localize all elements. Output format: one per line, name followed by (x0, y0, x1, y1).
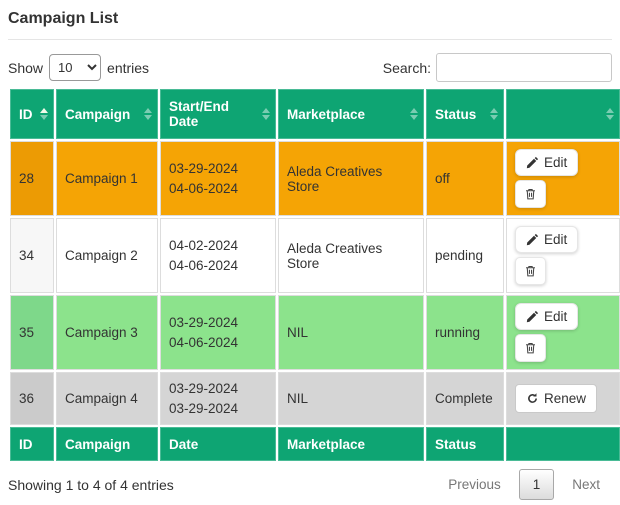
page-length-control: Show 10 entries (8, 54, 149, 81)
column-header-label: Status (435, 107, 476, 122)
end-date: 04-06-2024 (169, 179, 267, 199)
delete-button[interactable] (515, 334, 546, 362)
edit-button-label: Edit (544, 309, 567, 324)
end-date: 03-29-2024 (169, 399, 267, 419)
edit-button[interactable]: Edit (515, 226, 578, 253)
start-date: 04-02-2024 (169, 236, 267, 256)
pencil-icon (526, 233, 539, 246)
edit-button[interactable]: Edit (515, 303, 578, 330)
footer-header-row: ID Campaign Date Marketplace Status (10, 427, 620, 461)
status-cell: running (426, 295, 504, 370)
entries-select[interactable]: 10 (49, 54, 101, 81)
campaign-cell: Campaign 2 (56, 218, 158, 293)
table-row: 34 Campaign 2 04-02-2024 04-06-2024 Aled… (10, 218, 620, 293)
end-date: 04-06-2024 (169, 333, 267, 353)
date-cell: 03-29-2024 04-06-2024 (160, 295, 276, 370)
date-cell: 03-29-2024 04-06-2024 (160, 141, 276, 216)
edit-button-label: Edit (544, 232, 567, 247)
sort-icon (144, 108, 152, 120)
show-label: Show (8, 60, 43, 76)
renew-button-label: Renew (544, 391, 586, 406)
status-cell: off (426, 141, 504, 216)
column-header-marketplace[interactable]: Marketplace (278, 89, 424, 139)
sort-icon (490, 108, 498, 120)
search-control: Search: (383, 53, 612, 82)
end-date: 04-06-2024 (169, 256, 267, 276)
search-input[interactable] (436, 53, 612, 82)
refresh-icon (526, 392, 539, 405)
trash-icon (524, 187, 537, 201)
id-cell: 28 (10, 141, 54, 216)
sort-icon (262, 108, 270, 120)
status-cell: pending (426, 218, 504, 293)
table-footer: Showing 1 to 4 of 4 entries Previous 1 N… (8, 469, 612, 500)
pagination: Previous 1 Next (436, 469, 612, 500)
column-header-status[interactable]: Status (426, 89, 504, 139)
column-header-campaign[interactable]: Campaign (56, 89, 158, 139)
campaign-table: ID Campaign Start/End Date Marketplace S… (8, 87, 620, 463)
pagination-page-1-button[interactable]: 1 (519, 469, 555, 500)
campaign-cell: Campaign 3 (56, 295, 158, 370)
trash-icon (524, 264, 537, 278)
id-cell: 34 (10, 218, 54, 293)
column-header-actions[interactable] (506, 89, 620, 139)
actions-cell: Edit (506, 141, 620, 216)
sort-icon (410, 108, 418, 120)
edit-button-label: Edit (544, 155, 567, 170)
edit-button[interactable]: Edit (515, 149, 578, 176)
actions-cell: Edit (506, 295, 620, 370)
footer-column-status: Status (426, 427, 504, 461)
entries-label: entries (107, 60, 149, 76)
pencil-icon (526, 156, 539, 169)
status-cell: Complete (426, 372, 504, 425)
actions-cell: Edit (506, 218, 620, 293)
campaign-cell: Campaign 4 (56, 372, 158, 425)
marketplace-cell: NIL (278, 295, 424, 370)
column-header-id[interactable]: ID (10, 89, 54, 139)
marketplace-cell: NIL (278, 372, 424, 425)
id-cell: 36 (10, 372, 54, 425)
start-date: 03-29-2024 (169, 379, 267, 399)
footer-column-campaign: Campaign (56, 427, 158, 461)
column-header-label: Campaign (65, 107, 130, 122)
sort-icon (606, 108, 614, 120)
footer-column-actions (506, 427, 620, 461)
entries-info: Showing 1 to 4 of 4 entries (8, 477, 174, 493)
marketplace-cell: Aleda Creatives Store (278, 218, 424, 293)
footer-column-id: ID (10, 427, 54, 461)
trash-icon (524, 341, 537, 355)
delete-button[interactable] (515, 180, 546, 208)
column-header-label: Marketplace (287, 107, 365, 122)
sort-icon (40, 108, 48, 120)
column-header-date[interactable]: Start/End Date (160, 89, 276, 139)
date-cell: 03-29-2024 03-29-2024 (160, 372, 276, 425)
column-header-label: ID (19, 107, 33, 122)
id-cell: 35 (10, 295, 54, 370)
search-label: Search: (383, 60, 431, 76)
header-row: ID Campaign Start/End Date Marketplace S… (10, 89, 620, 139)
table-controls: Show 10 entries Search: (8, 53, 612, 82)
pagination-previous-button[interactable]: Previous (436, 471, 513, 498)
renew-button[interactable]: Renew (515, 384, 597, 413)
footer-column-marketplace: Marketplace (278, 427, 424, 461)
page-title: Campaign List (8, 10, 612, 28)
delete-button[interactable] (515, 257, 546, 285)
pagination-next-button[interactable]: Next (560, 471, 612, 498)
start-date: 03-29-2024 (169, 159, 267, 179)
pencil-icon (526, 310, 539, 323)
marketplace-cell: Aleda Creatives Store (278, 141, 424, 216)
table-row: 28 Campaign 1 03-29-2024 04-06-2024 Aled… (10, 141, 620, 216)
table-row: 36 Campaign 4 03-29-2024 03-29-2024 NIL … (10, 372, 620, 425)
date-cell: 04-02-2024 04-06-2024 (160, 218, 276, 293)
campaign-cell: Campaign 1 (56, 141, 158, 216)
divider (8, 39, 612, 40)
column-header-label: Start/End Date (169, 99, 229, 129)
start-date: 03-29-2024 (169, 313, 267, 333)
footer-column-date: Date (160, 427, 276, 461)
actions-cell: Renew (506, 372, 620, 425)
table-row: 35 Campaign 3 03-29-2024 04-06-2024 NIL … (10, 295, 620, 370)
